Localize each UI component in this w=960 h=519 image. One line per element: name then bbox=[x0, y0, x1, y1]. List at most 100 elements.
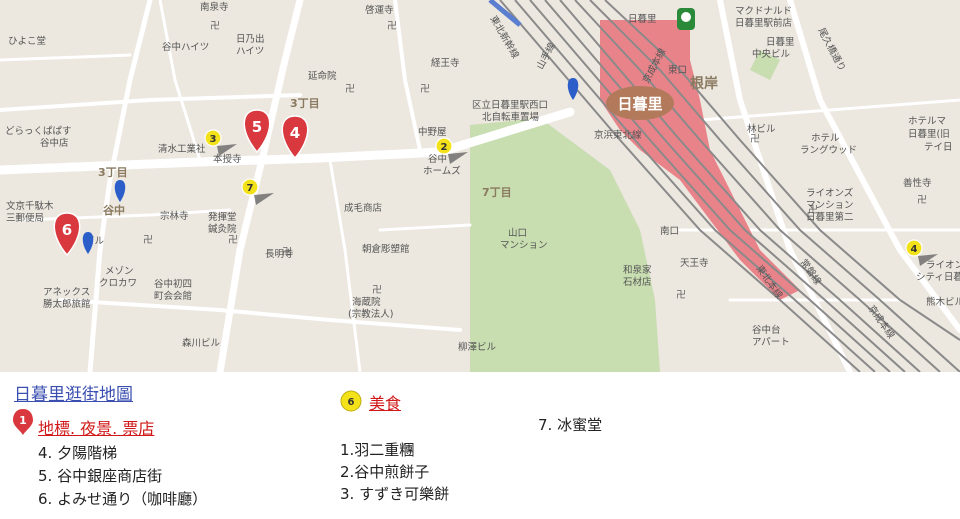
map-label-sannomyo: 3丁目 bbox=[290, 97, 320, 110]
map-label-keiunji: 啓運寺 bbox=[365, 4, 394, 16]
map-label-dorakuba1: どらっくぱぱす bbox=[5, 126, 72, 137]
map-label-tennoji: 天王寺 bbox=[680, 258, 709, 269]
map-label-enmeiin: 延命院 bbox=[308, 70, 337, 82]
svg-text:卍: 卍 bbox=[372, 284, 382, 296]
legend-item: 7. 冰蜜堂 bbox=[538, 416, 603, 434]
yellow-pin-number: 2 bbox=[441, 142, 448, 153]
map-label-yanagisawa: 柳澤ビル bbox=[458, 341, 497, 353]
map-label-lions2: マンション bbox=[806, 200, 854, 211]
food-badge-number: 6 bbox=[348, 397, 355, 408]
map-label-annex2: 勝太郎旅館 bbox=[43, 298, 91, 310]
map-canvas[interactable]: 卍卍 卍卍 卍卍 卍卍 卍卍 卍卍 南泉寺 啓運寺ひよこ堂谷中ハイツ日乃出ハイツ延… bbox=[0, 0, 960, 372]
map-label-yanakadai1: 谷中台 bbox=[752, 324, 781, 336]
map-label-yanaka_area: 谷中 bbox=[103, 203, 125, 217]
svg-text:卍: 卍 bbox=[228, 234, 238, 246]
legend-item: 2.谷中煎餅子 bbox=[340, 463, 430, 481]
map-label-dorakuba2: 谷中店 bbox=[40, 137, 69, 149]
legend-item: 3. すずき可樂餅 bbox=[340, 485, 450, 503]
map-label-keihin: 京浜東北線 bbox=[594, 129, 642, 141]
landmark-badge-icon: 1 bbox=[13, 409, 33, 435]
map-label-hakkendo2: 鍼灸院 bbox=[208, 223, 237, 235]
legend-title: 日暮里逛街地圖 bbox=[14, 385, 133, 405]
legend-item: 4. 夕陽階梯 bbox=[38, 444, 118, 462]
map-label-homes2: ホームズ bbox=[423, 165, 461, 177]
map-label-sourinji: 宗林寺 bbox=[160, 210, 189, 222]
map-label-station_west1: 区立日暮里駅西口 bbox=[472, 99, 548, 111]
yellow-pin-number: 4 bbox=[911, 244, 918, 255]
map-label-mcd1: マクドナルド bbox=[735, 6, 792, 17]
map-label-lions_city2: シティ日暮里 bbox=[916, 271, 960, 283]
map-label-bunkyo1: 文京千駄木 bbox=[6, 200, 54, 212]
map-label-negishi: 根岸 bbox=[690, 75, 718, 92]
map-label-asakura: 朝倉彫塑館 bbox=[362, 243, 410, 255]
station-badge[interactable]: 日暮里 bbox=[606, 86, 674, 120]
map-label-lions_city1: ライオンズ bbox=[926, 259, 960, 271]
svg-text:卍: 卍 bbox=[420, 83, 430, 95]
map-label-maison1: メゾン bbox=[105, 266, 134, 277]
red-pin-number: 5 bbox=[252, 118, 262, 136]
map-label-annex1: アネックス bbox=[43, 287, 90, 298]
map-label-naruke: 成毛商店 bbox=[344, 202, 382, 214]
map-label-hakkendo1: 発揮堂 bbox=[208, 211, 237, 223]
map-label-yanakadai2: アパート bbox=[752, 337, 790, 348]
map-label-kumaki: 熊木ビル bbox=[926, 296, 960, 308]
map-label-hinode_heights1: 日乃出 bbox=[236, 33, 265, 45]
legend-item: 5. 谷中銀座商店街 bbox=[38, 467, 163, 485]
yellow-pin-number: 3 bbox=[210, 134, 217, 145]
map-label-bunkyo2: 三郵便局 bbox=[6, 212, 44, 224]
map-label-morikawa: 森川ビル bbox=[182, 337, 221, 349]
svg-text:卍: 卍 bbox=[387, 20, 397, 32]
map-label-shimizu: 清水工業社 bbox=[158, 143, 206, 155]
map-label-chokai1: 谷中初四 bbox=[154, 278, 192, 290]
svg-text:卍: 卍 bbox=[676, 289, 686, 301]
map-label-nippori_chuo2: 中央ビル bbox=[752, 48, 791, 60]
map-label-mcd2: 日暮里駅前店 bbox=[735, 17, 792, 29]
legend-item: 6. よみせ通り（咖啡廳） bbox=[38, 490, 208, 508]
map-label-nanryoji: 南泉寺 bbox=[200, 1, 229, 13]
map-label-hotel_lg1: ホテル bbox=[811, 133, 840, 144]
map-label-hotel_lg2: ラングウッド bbox=[800, 144, 857, 156]
map-label-wasen1: 和泉家 bbox=[623, 264, 652, 276]
map-label-sannomyo2: 3丁目 bbox=[98, 166, 128, 179]
map-label-yamaguchi1: 山口 bbox=[508, 228, 527, 239]
food-badge-icon: 6 bbox=[340, 390, 362, 412]
map-label-kaizoin2: (宗教法人) bbox=[348, 308, 393, 320]
svg-text:卍: 卍 bbox=[917, 194, 927, 206]
station-badge-label: 日暮里 bbox=[617, 95, 662, 113]
map-label-minamiguchi: 南口 bbox=[660, 225, 679, 237]
map-label-kyooji: 経王寺 bbox=[431, 57, 460, 69]
map-label-maison2: クロカワ bbox=[99, 278, 137, 289]
map-label-chokai2: 町会会館 bbox=[154, 290, 192, 302]
map-label-hinode_heights2: ハイツ bbox=[236, 46, 264, 57]
red-pin-number: 4 bbox=[290, 124, 300, 142]
legend-panel: 日暮里逛街地圖 1 地標. 夜景. 票店 4. 夕陽階梯 5. 谷中銀座商店街 6.… bbox=[0, 372, 960, 519]
map-label-hayashi: 林ビル bbox=[747, 123, 776, 135]
map-label-nanachome: 7丁目 bbox=[482, 186, 512, 199]
map-area[interactable]: 卍卍 卍卍 卍卍 卍卍 卍卍 卍卍 南泉寺 啓運寺 ひよこ堂 谷中ハイツ 日乃出 ハイツ延… bbox=[0, 0, 960, 372]
map-label-yanaka_homes: 谷中 bbox=[428, 153, 447, 165]
map-label-yanaka_heights: 谷中ハイツ bbox=[162, 41, 209, 53]
legend-item: 1.羽二重糰 bbox=[340, 441, 415, 459]
map-label-nippori_chuo1: 日暮里 bbox=[766, 36, 795, 48]
svg-text:卍: 卍 bbox=[143, 234, 153, 246]
food-category-label: 美食 bbox=[369, 394, 402, 413]
yellow-pin-number: 7 bbox=[247, 183, 254, 194]
map-label-kaizoin1: 海蔵院 bbox=[352, 296, 381, 308]
map-label-lions3: 日暮里第二 bbox=[806, 211, 854, 223]
landmark-badge-number: 1 bbox=[19, 414, 27, 427]
map-label-lions1: ライオンズ bbox=[806, 187, 854, 199]
train-station-icon bbox=[677, 8, 695, 30]
map-label-yamaguchi2: マンション bbox=[500, 240, 548, 251]
map-label-wasen2: 石材店 bbox=[623, 276, 652, 288]
map-label-higashiguchi: 東口 bbox=[668, 64, 687, 76]
svg-text:卍: 卍 bbox=[210, 20, 220, 32]
map-label-zenseiji: 善性寺 bbox=[903, 177, 932, 189]
landmark-category-label: 地標. 夜景. 票店 bbox=[38, 419, 155, 438]
red-pin-number: 6 bbox=[62, 221, 72, 239]
map-label-hotel_nippori3: テイ日 bbox=[924, 142, 953, 153]
map-label-station_west2: 北自転車置場 bbox=[482, 111, 540, 123]
map-label-chomeiji: 長明寺 bbox=[265, 249, 294, 260]
map-label-nippori_top: 日暮里 bbox=[628, 13, 657, 25]
map-label-hotel_nippori1: ホテルマ bbox=[908, 116, 946, 127]
map-label-hotel_nippori2: 日暮里(旧 bbox=[908, 128, 950, 140]
